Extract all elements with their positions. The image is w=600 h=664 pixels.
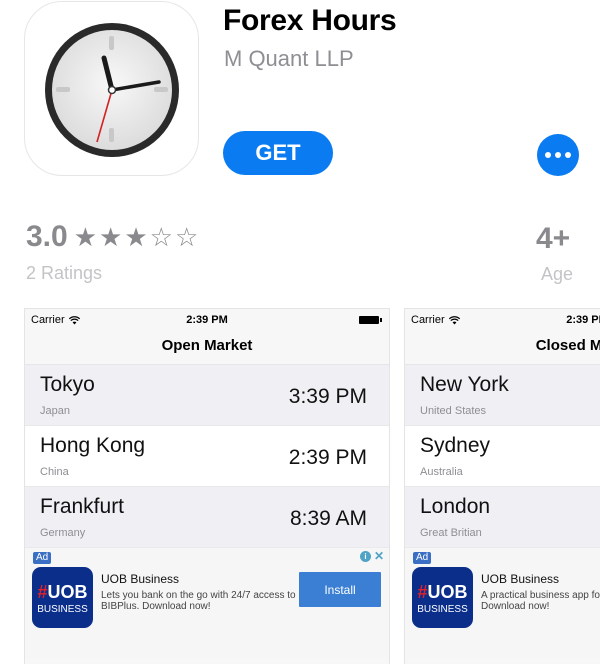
uob-logo-text: UOB [47, 582, 88, 602]
rating-summary: 3.0 ★ ★ ★ ☆ ☆ [26, 220, 198, 254]
local-time: 3:39 PM [288, 385, 367, 408]
uob-logo: #UOB BUSINESS [412, 567, 473, 628]
country-name: China [40, 466, 69, 478]
clock-icon [45, 23, 179, 157]
star-filled-icon: ★ [99, 222, 123, 252]
status-time: 2:39 PM [566, 314, 600, 326]
ad-banner: Ad i ✕ #UOB BUSINESS UOB Business Lets y… [25, 548, 389, 658]
screenshot-open-market[interactable]: Carrier 2:39 PM Open Market Tokyo Japan … [24, 308, 390, 664]
city-name: Hong Kong [40, 434, 146, 457]
city-name: New York [420, 373, 509, 396]
rating-value: 3.0 [26, 220, 68, 253]
ellipsis-icon [545, 152, 551, 158]
ad-description: A practical business app for business. D… [481, 590, 600, 612]
status-time: 2:39 PM [186, 314, 228, 326]
ratings-count: 2 Ratings [26, 263, 103, 283]
market-row: Tokyo Japan 3:39 PM [25, 365, 389, 426]
ad-install-button: Install [299, 572, 381, 607]
city-name: Sydney [420, 434, 491, 457]
uob-logo-subtext: BUSINESS [417, 604, 468, 615]
market-row: Frankfurt Germany 8:39 AM [25, 487, 389, 548]
age-rating-value: 4+ [536, 222, 571, 255]
star-filled-icon: ★ [73, 222, 98, 252]
star-rating: ★ ★ ★ ☆ ☆ [74, 224, 199, 250]
market-row: Hong Kong China 2:39 PM [25, 426, 389, 487]
ellipsis-icon [555, 152, 561, 158]
info-icon: i [360, 551, 371, 562]
uob-logo-mark: # [417, 582, 428, 602]
ad-description: Lets you bank on the go with 24/7 access… [101, 590, 296, 612]
city-name: Tokyo [40, 373, 95, 396]
uob-logo: #UOB BUSINESS [32, 567, 93, 628]
ad-title: UOB Business [481, 572, 560, 586]
market-row: Sydney Australia [405, 426, 600, 487]
ad-banner: Ad #UOB BUSINESS UOB Business A practica… [405, 548, 600, 658]
uob-logo-mark: # [37, 582, 48, 602]
uob-logo-subtext: BUSINESS [37, 604, 88, 615]
get-button[interactable]: GET [223, 131, 333, 175]
country-name: Japan [40, 405, 70, 417]
city-name: London [420, 495, 491, 518]
ad-badge: Ad [413, 552, 432, 564]
city-name: Frankfurt [40, 495, 125, 518]
app-title: Forex Hours [223, 4, 397, 37]
star-filled-icon: ★ [124, 222, 148, 252]
ad-title: UOB Business [101, 572, 180, 586]
nav-title: Closed Market [405, 331, 600, 365]
developer-link[interactable]: M Quant LLP [224, 46, 354, 72]
star-empty-icon: ☆ [149, 222, 173, 252]
uob-logo-text: UOB [427, 582, 468, 602]
app-icon [24, 1, 199, 176]
country-name: Great Britian [420, 527, 482, 539]
status-bar: Carrier 2:39 PM [25, 309, 389, 331]
battery-icon [359, 316, 382, 324]
market-row: New York United States [405, 365, 600, 426]
country-name: Australia [420, 466, 463, 478]
star-empty-icon: ☆ [174, 222, 199, 252]
age-rating-label: Age [541, 264, 574, 284]
local-time: 2:39 PM [288, 446, 367, 469]
local-time: 8:39 AM [289, 507, 367, 530]
screenshot-closed-market[interactable]: Carrier 2:39 PM Closed Market New York U… [404, 308, 600, 664]
market-row: London Great Britian [405, 487, 600, 548]
ad-badge: Ad [33, 552, 52, 564]
more-options-button[interactable] [537, 134, 579, 176]
nav-title: Open Market [25, 331, 389, 365]
ellipsis-icon [565, 152, 571, 158]
close-icon: ✕ [373, 549, 384, 563]
status-bar: Carrier 2:39 PM [405, 309, 600, 331]
country-name: Germany [40, 527, 86, 539]
country-name: United States [420, 405, 487, 417]
